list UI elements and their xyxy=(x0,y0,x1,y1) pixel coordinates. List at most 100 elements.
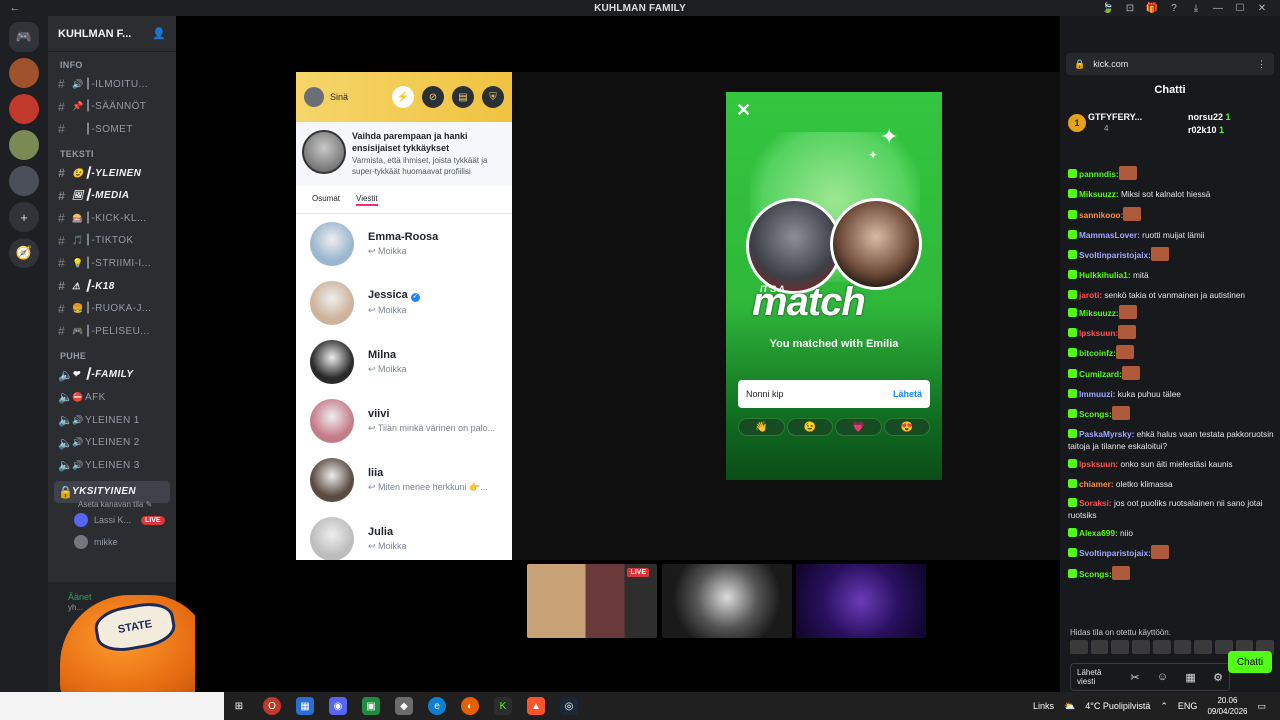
discord-icon[interactable]: ◉ xyxy=(329,697,347,715)
discord-home-icon[interactable]: 🎮 xyxy=(9,22,39,52)
brave-icon[interactable]: ▲ xyxy=(527,697,545,715)
emote[interactable] xyxy=(1194,640,1212,654)
wave-emoji-button[interactable]: 👋 xyxy=(738,418,785,436)
maximize-button[interactable]: ☐ xyxy=(1232,3,1248,14)
chat-username[interactable]: Hulkkihulia1: xyxy=(1079,270,1131,280)
gift-icon[interactable]: ▦ xyxy=(1185,671,1195,684)
channel-item[interactable]: # ⚠ ┃-K18 xyxy=(48,275,176,298)
chat-username[interactable]: Scongs: xyxy=(1079,409,1112,419)
emote[interactable] xyxy=(1132,640,1150,654)
message-input[interactable]: Nonni kip Lähetä xyxy=(738,380,930,408)
server-header[interactable]: KUHLMAN F... 👤 xyxy=(48,16,176,52)
add-server-icon[interactable]: + xyxy=(9,202,39,232)
conversation-row[interactable]: Milna ↩ Moikka xyxy=(296,332,512,391)
extension-icon[interactable]: ⋮ xyxy=(1257,59,1266,70)
channel-item[interactable]: # 🖼 ┃-MEDIA xyxy=(48,184,176,207)
channel-item[interactable]: # 🎮 ┃-PELISEU... xyxy=(48,320,176,343)
channel-item[interactable]: 🔈 🔊 YLEINEN 2 xyxy=(48,431,176,454)
heart-eyes-emoji-button[interactable]: 😍 xyxy=(883,418,930,436)
channel-item[interactable]: # 😉 ┃-YLEINEN xyxy=(48,162,176,185)
top-gifter-name[interactable]: GTFYFERY... xyxy=(1088,112,1142,122)
conversation-row[interactable]: Emma-Roosa ↩ Moikka xyxy=(296,214,512,273)
chat-username[interactable]: Miksuuzz: xyxy=(1079,189,1119,199)
close-icon[interactable]: ✕ xyxy=(736,100,751,121)
firefox-icon[interactable]: ◐ xyxy=(461,697,479,715)
heart-emoji-button[interactable]: 💗 xyxy=(835,418,882,436)
profile-name[interactable]: Sinä xyxy=(330,92,384,102)
tab-matches[interactable]: Osumat xyxy=(312,194,340,213)
briefcase-icon[interactable]: ▤ xyxy=(452,86,474,108)
chevron-up-icon[interactable]: ⌃ xyxy=(1160,701,1168,712)
emoji-icon[interactable]: ☺ xyxy=(1157,671,1168,683)
emote[interactable] xyxy=(1070,640,1088,654)
channel-item[interactable]: 🔈 ⛔ AFK xyxy=(48,386,176,409)
download-icon[interactable]: ⤓ xyxy=(1188,3,1204,14)
clock[interactable]: 20.06 09/04/2026 xyxy=(1207,695,1247,717)
tab-messages[interactable]: Viestit xyxy=(356,194,378,206)
channel-category[interactable]: TEKSTI xyxy=(48,141,176,162)
send-button[interactable]: Lähetä xyxy=(893,389,922,399)
chat-username[interactable]: lpsksuun: xyxy=(1079,328,1118,338)
channel-category[interactable]: INFO xyxy=(48,52,176,73)
chat-username[interactable]: jaroti: xyxy=(1079,290,1102,300)
channel-item[interactable]: # 🎵 ┃-TIKTOK xyxy=(48,230,176,253)
emote-icon[interactable]: ✂ xyxy=(1130,671,1139,684)
voice-user[interactable]: mikke xyxy=(48,531,176,553)
chat-input[interactable]: Lähetä viesti ✂ ☺ ▦ ⚙ xyxy=(1070,663,1230,691)
chat-username[interactable]: Immuuzi: xyxy=(1079,389,1115,399)
conversation-row[interactable]: Julia ↩ Moikka xyxy=(296,509,512,560)
app-icon[interactable]: ▣ xyxy=(362,697,380,715)
chat-username[interactable]: PaskaMyrsky: xyxy=(1079,429,1134,439)
emote[interactable] xyxy=(1173,640,1192,654)
channel-item[interactable]: # 🍔 ┃-RUOKA-J... xyxy=(48,297,176,320)
channel-item[interactable]: # 🎰 ┃-KICK-KL... xyxy=(48,207,176,230)
chat-username[interactable]: MammasLover: xyxy=(1079,230,1140,240)
wink-emoji-button[interactable]: 😉 xyxy=(786,418,833,436)
server-icon[interactable] xyxy=(9,166,39,196)
chat-username[interactable]: Svoltinparistojaix: xyxy=(1079,250,1151,260)
stream-thumbnail[interactable] xyxy=(796,564,926,638)
gifter-name[interactable]: r02k10 1 xyxy=(1188,125,1224,135)
channel-status[interactable]: Aseta kanavan tila ✎ xyxy=(48,500,176,509)
explore-icon[interactable]: 🧭 xyxy=(9,238,39,268)
channel-category[interactable]: PUHE xyxy=(48,343,176,364)
chat-username[interactable]: Svoltinparistojaix: xyxy=(1079,548,1151,558)
chat-username[interactable]: Miksuuzz: xyxy=(1079,308,1119,318)
leaf-icon[interactable]: 🍃 xyxy=(1100,3,1116,14)
channel-item[interactable]: # 🔊 ┃-ILMOITU... xyxy=(48,73,176,96)
chat-username[interactable]: pannndis: xyxy=(1079,169,1119,179)
weather[interactable]: 4°C Puolipilvistä xyxy=(1085,701,1150,711)
chat-username[interactable]: bitcoinfz: xyxy=(1079,348,1116,358)
links-label[interactable]: Links xyxy=(1033,701,1054,711)
chat-username[interactable]: Scongs: xyxy=(1079,569,1112,579)
close-button[interactable]: ✕ xyxy=(1254,3,1270,14)
edge-icon[interactable]: e xyxy=(428,697,446,715)
add-member-icon[interactable]: 👤 xyxy=(152,27,166,40)
chat-username[interactable]: Cumilzard: xyxy=(1079,369,1122,379)
chat-username[interactable]: sannikooo: xyxy=(1079,210,1123,220)
stream-thumbnail[interactable] xyxy=(662,564,792,638)
notifications-icon[interactable]: ▭ xyxy=(1257,701,1266,712)
server-icon[interactable] xyxy=(9,130,39,160)
conversation-row[interactable]: Jessica ✓ ↩ Moikka xyxy=(296,273,512,332)
chat-send-button[interactable]: Chatti xyxy=(1228,651,1272,673)
gift-icon[interactable]: 🎁 xyxy=(1144,3,1160,14)
server-icon[interactable] xyxy=(9,94,39,124)
channel-item[interactable]: 🔈 ❤ ┃-FAMILY xyxy=(48,364,176,387)
upgrade-promo[interactable]: Vaihda parempaan ja hanki ensisijaiset t… xyxy=(296,122,512,186)
screen-icon[interactable]: ⊡ xyxy=(1122,3,1138,14)
channel-item[interactable]: # ┃-SOMET xyxy=(48,118,176,141)
emote[interactable] xyxy=(1152,640,1171,654)
channel-item[interactable]: # 💡 ┃-STRIIMI-I... xyxy=(48,252,176,275)
chat-username[interactable]: Alexa699: xyxy=(1079,528,1118,538)
help-icon[interactable]: ? xyxy=(1166,3,1182,14)
chat-username[interactable]: Soraksi: xyxy=(1079,498,1112,508)
avatar[interactable] xyxy=(304,87,324,107)
app-icon[interactable]: ▦ xyxy=(296,697,314,715)
server-icon[interactable] xyxy=(9,58,39,88)
shield-icon[interactable]: ⛨ xyxy=(482,86,504,108)
emote[interactable] xyxy=(1090,640,1109,654)
gifter-name[interactable]: norsu22 1 xyxy=(1188,112,1231,122)
voice-user[interactable]: Lassi K... LIVE xyxy=(48,509,176,531)
lang[interactable]: ENG xyxy=(1178,701,1198,711)
